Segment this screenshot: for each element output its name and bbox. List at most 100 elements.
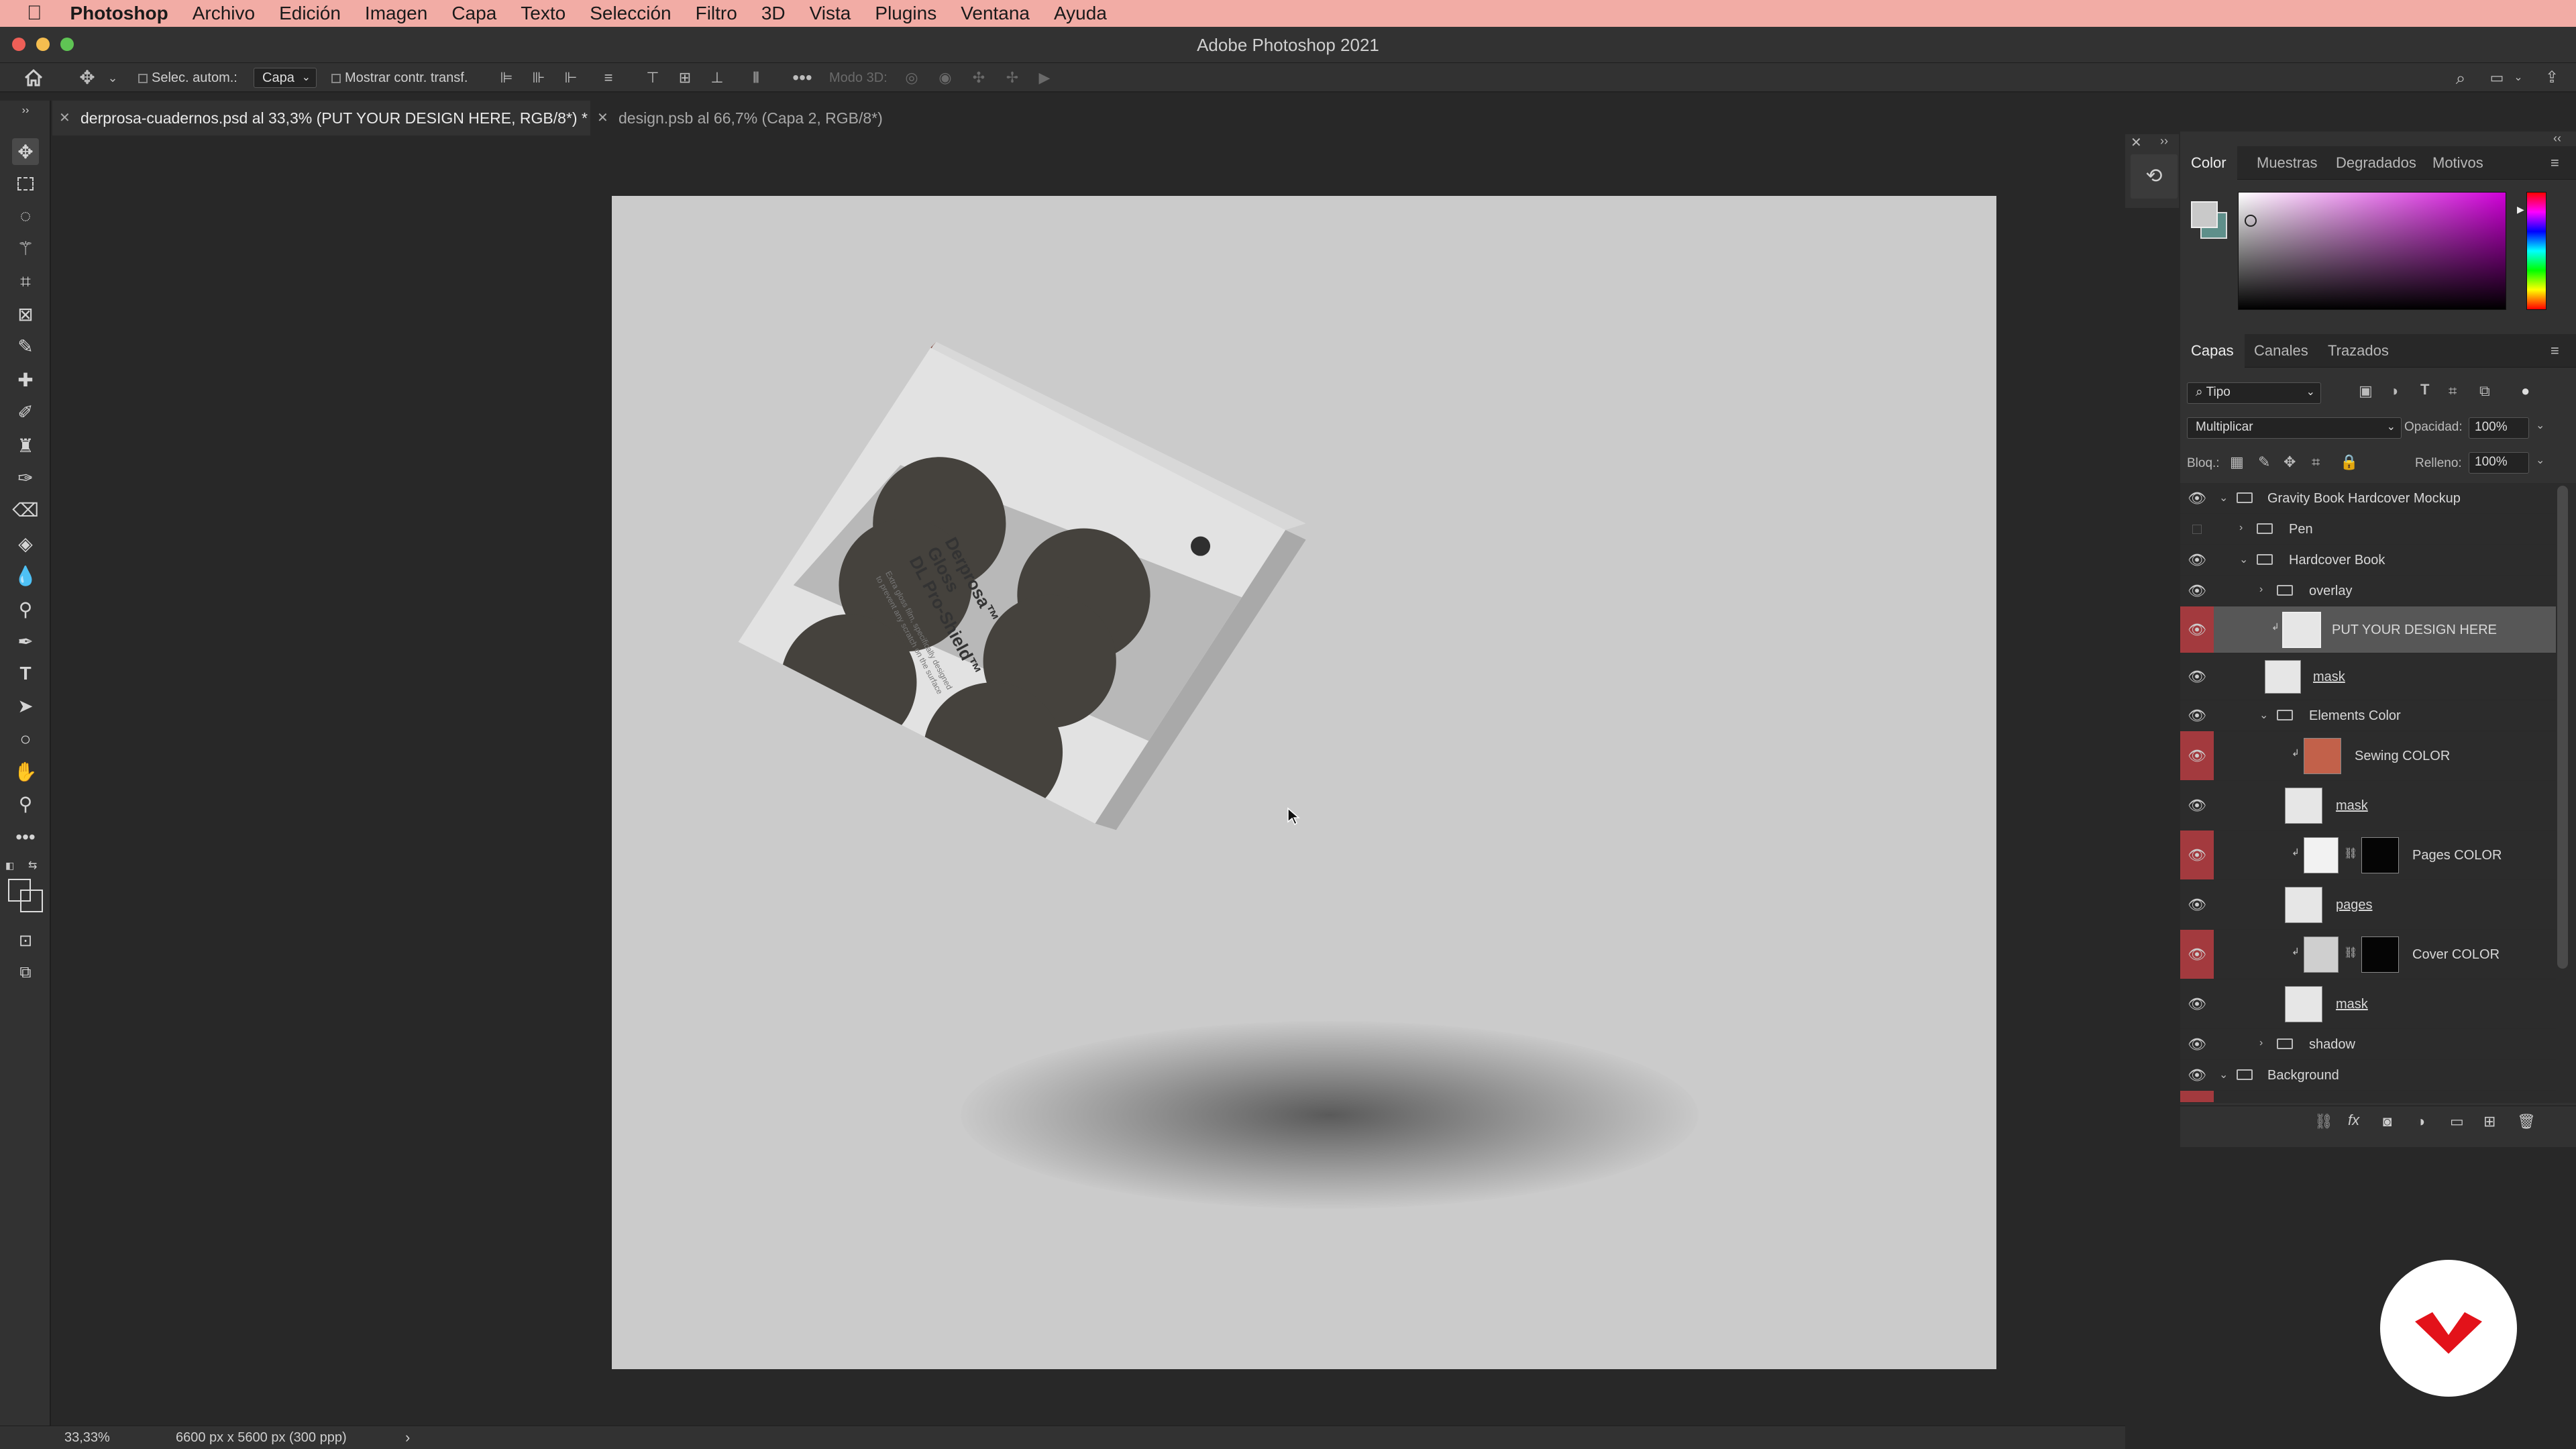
menu-imagen[interactable]: Imagen [365, 3, 427, 24]
checkbox-box[interactable] [138, 73, 148, 83]
layer-row[interactable]: 👁 ⌄ Hardcover Book [2180, 545, 2556, 576]
search-icon[interactable]: ⌕ [2449, 63, 2473, 93]
menu-texto[interactable]: Texto [521, 3, 566, 24]
collapse-group-icon[interactable]: › [2239, 522, 2243, 534]
layer-row[interactable]: 👁 ↲ Sewing COLOR [2180, 731, 2556, 781]
eye-icon[interactable]: 👁 [2180, 781, 2214, 830]
filter-adjustment-icon[interactable]: ◑ [2390, 382, 2398, 400]
eraser-icon[interactable]: ⌫ [12, 496, 39, 523]
paint-bucket-icon[interactable]: ◈ [12, 530, 39, 557]
layer-row-selected[interactable]: 👁 ↲ PUT YOUR DESIGN HERE [2180, 606, 2556, 653]
menu-plugins[interactable]: Plugins [875, 3, 936, 24]
auto-select-dropdown[interactable]: Capa ⌄ [254, 68, 317, 88]
ellipse-icon[interactable]: ○ [12, 726, 39, 753]
foreground-color-swatch[interactable] [2191, 201, 2218, 228]
layer-row[interactable]: 👁 › overlay [2180, 576, 2556, 606]
filter-toggle-icon[interactable]: ● [2521, 382, 2530, 400]
layer-row[interactable]: 👁 pages [2180, 880, 2556, 930]
collapse-panel-icon[interactable]: ‹‹ [2553, 131, 2561, 146]
share-icon[interactable]: ⇪ [2540, 63, 2564, 93]
type-icon[interactable]: T [12, 660, 39, 687]
eye-icon[interactable]: 👁 [2180, 545, 2214, 575]
blur-icon[interactable]: 💧 [12, 562, 39, 589]
lock-image-icon[interactable]: ✎ [2258, 453, 2270, 471]
filter-shape-icon[interactable]: ⌗ [2449, 382, 2457, 400]
magic-wand-icon[interactable]: ⚚ [12, 235, 39, 262]
eye-icon[interactable]: 👁 [2180, 1060, 2214, 1090]
auto-select-checkbox[interactable]: Selec. autom.: [138, 63, 237, 93]
menu-ayuda[interactable]: Ayuda [1054, 3, 1107, 24]
collapse-group-icon[interactable]: › [2259, 1037, 2263, 1049]
expand-group-icon[interactable]: ⌄ [2259, 708, 2268, 722]
link-icon[interactable]: ⛓ [2344, 946, 2357, 959]
layer-row[interactable] [2180, 1091, 2556, 1103]
path-selection-icon[interactable]: ➤ [12, 692, 39, 719]
expand-panel-icon[interactable]: ›› [2160, 134, 2168, 148]
expand-group-icon[interactable]: ⌄ [2239, 553, 2248, 566]
eye-icon[interactable] [2180, 1091, 2214, 1102]
history-brush-icon[interactable]: ✑ [12, 464, 39, 491]
lock-all-icon[interactable]: 🔒 [2340, 453, 2358, 471]
layer-row[interactable]: 👁 mask [2180, 653, 2556, 700]
layer-row[interactable]: 👁 ⌄ Background [2180, 1060, 2556, 1091]
close-tab-icon[interactable]: ✕ [59, 101, 70, 136]
eye-icon[interactable]: 👁 [2180, 700, 2214, 731]
close-tab-icon[interactable]: ✕ [597, 101, 608, 136]
layer-row[interactable]: › Pen [2180, 514, 2556, 545]
layer-row[interactable]: 👁 ⌄ Gravity Book Hardcover Mockup [2180, 483, 2556, 514]
color-field[interactable] [2238, 192, 2506, 310]
menu-archivo[interactable]: Archivo [193, 3, 255, 24]
mask-thumbnail[interactable] [2361, 837, 2399, 873]
menu-3d[interactable]: 3D [761, 3, 786, 24]
expand-panel-icon[interactable]: ›› [12, 103, 39, 118]
eye-icon[interactable]: 👁 [2180, 930, 2214, 979]
eye-icon[interactable]: 👁 [2180, 880, 2214, 929]
layer-row[interactable]: 👁 › shadow [2180, 1029, 2556, 1060]
tab-trazados[interactable]: Trazados [2317, 334, 2400, 368]
tab-capas[interactable]: Capas [2180, 334, 2245, 368]
distribute-vertical-icon[interactable]: ≡ [598, 63, 619, 93]
fx-icon[interactable]: fx [2348, 1112, 2359, 1129]
zoom-level[interactable]: 33,33% [64, 1426, 110, 1449]
filter-smart-object-icon[interactable]: ⧉ [2479, 382, 2490, 400]
eye-icon[interactable]: 👁 [2180, 653, 2214, 700]
tab-color[interactable]: Color [2180, 146, 2237, 180]
home-icon[interactable] [19, 63, 48, 96]
eye-icon[interactable]: 👁 [2180, 731, 2214, 780]
more-options-icon[interactable]: ••• [790, 63, 814, 93]
rectangular-marquee-icon[interactable] [12, 170, 39, 197]
link-layers-icon[interactable]: ⛓ [2314, 1113, 2333, 1130]
expand-group-icon[interactable]: ⌄ [2219, 491, 2228, 504]
healing-brush-icon[interactable]: ✚ [12, 366, 39, 393]
menu-edicion[interactable]: Edición [279, 3, 341, 24]
align-right-icon[interactable]: ⊩ [561, 63, 581, 93]
delete-layer-icon[interactable]: 🗑 [2517, 1113, 2536, 1130]
hue-marker-icon[interactable]: ▶ [2517, 204, 2524, 215]
align-vcenter-icon[interactable]: ⊞ [675, 63, 695, 93]
chevron-down-icon[interactable]: ⌄ [2536, 419, 2544, 432]
layer-row[interactable]: 👁 mask [2180, 781, 2556, 830]
blend-mode-dropdown[interactable]: Multiplicar ⌄ [2187, 417, 2402, 439]
eye-icon[interactable]: 👁 [2180, 830, 2214, 879]
layer-row[interactable]: 👁 ↲ ⛓ Pages COLOR [2180, 830, 2556, 880]
chevron-right-icon[interactable]: › [405, 1426, 410, 1449]
chevron-down-icon[interactable]: ⌄ [2536, 453, 2544, 467]
move-tool-icon[interactable]: ✥ [75, 63, 99, 93]
tab-muestras[interactable]: Muestras [2246, 146, 2328, 180]
eyedropper-icon[interactable]: ✎ [12, 333, 39, 360]
align-top-icon[interactable]: ⊤ [643, 63, 663, 93]
show-transform-checkbox[interactable]: Mostrar contr. transf. [331, 63, 468, 93]
fill-input[interactable]: 100% [2469, 452, 2529, 474]
collapse-group-icon[interactable]: › [2259, 584, 2263, 596]
menu-filtro[interactable]: Filtro [696, 3, 737, 24]
chevron-down-icon[interactable]: ⌄ [2512, 63, 2525, 93]
distribute-horizontal-icon[interactable]: ⫴ [746, 63, 766, 93]
chevron-down-icon[interactable]: ⌄ [105, 63, 121, 93]
align-hcenter-icon[interactable]: ⊪ [529, 63, 549, 93]
lock-transparent-icon[interactable]: ▦ [2230, 453, 2244, 471]
move-tool-icon[interactable]: ✥ [12, 138, 39, 165]
history-icon[interactable]: ⟲ [2131, 154, 2178, 199]
mask-thumbnail[interactable] [2361, 936, 2399, 973]
lock-position-icon[interactable]: ✥ [2284, 453, 2296, 471]
quick-mask-icon[interactable]: ⊡ [12, 927, 39, 954]
